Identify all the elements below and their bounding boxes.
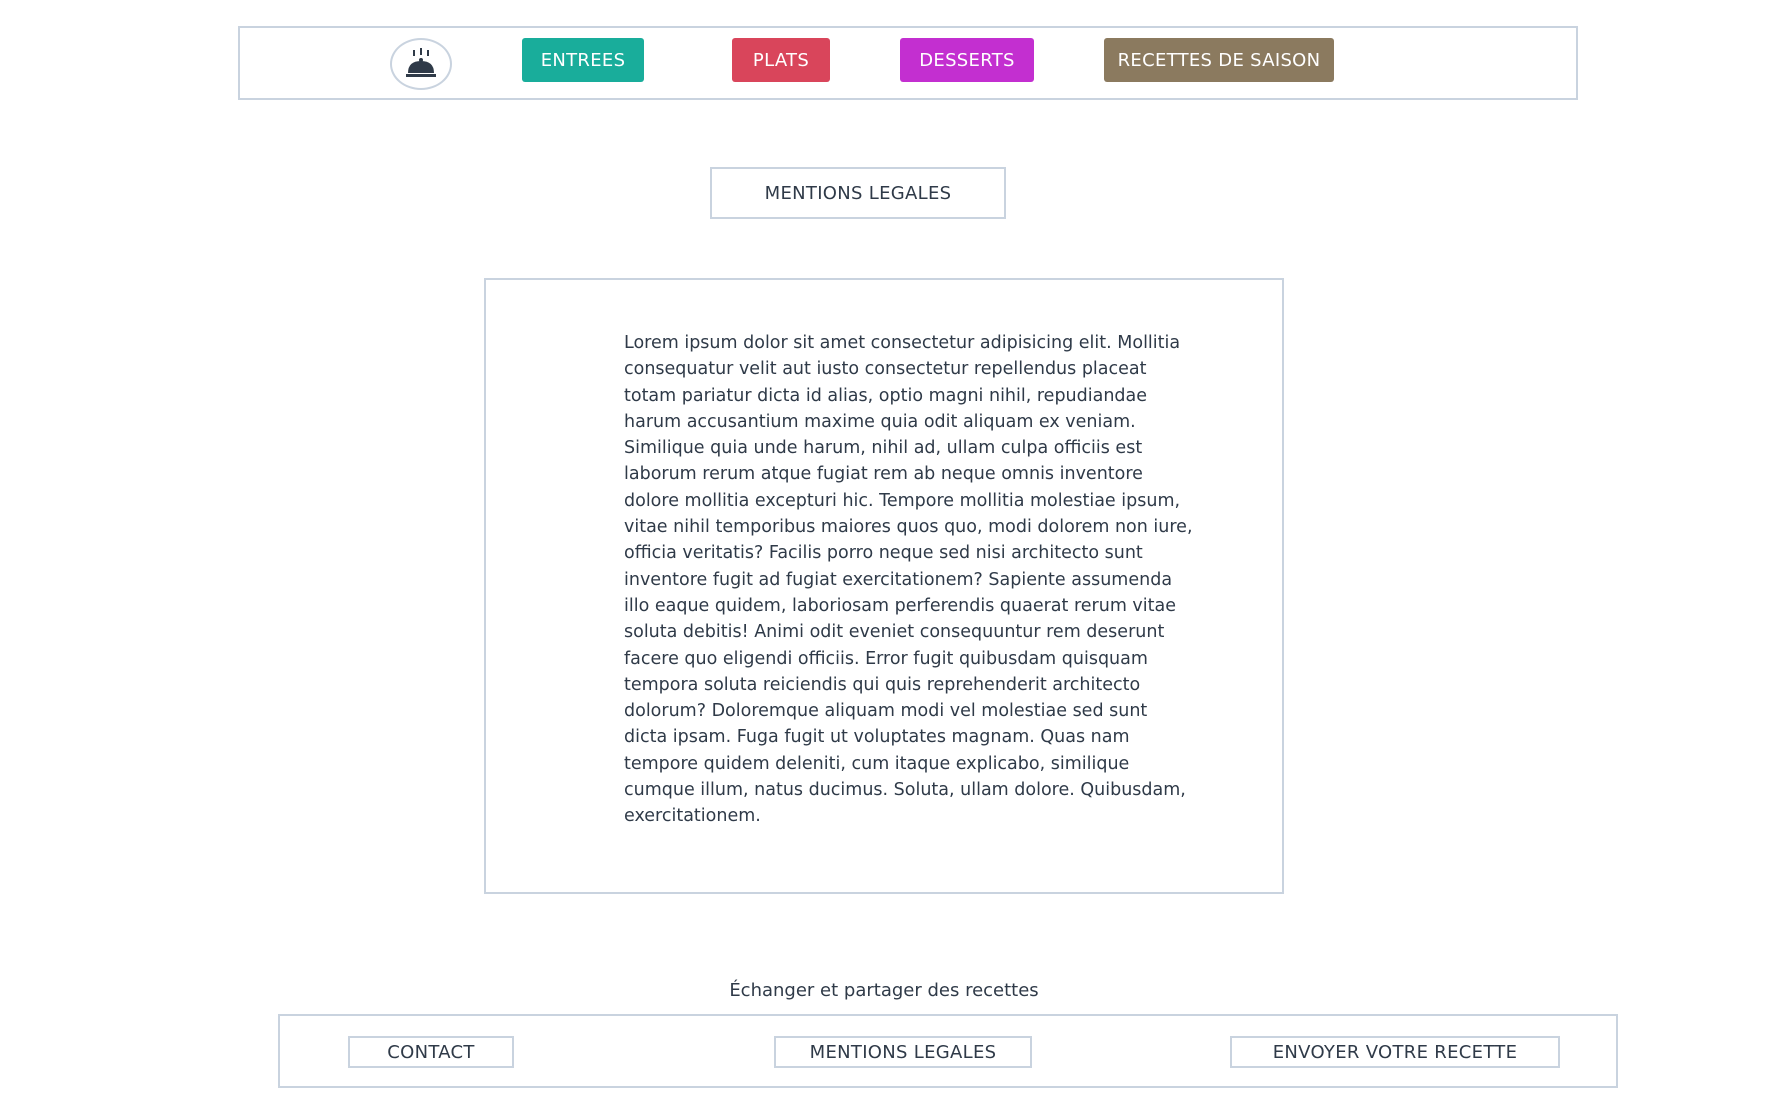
footer-envoyer-recette-link[interactable]: ENVOYER VOTRE RECETTE [1230,1036,1560,1068]
content-box: Lorem ipsum dolor sit amet consectetur a… [484,278,1284,894]
nav-entrees-button[interactable]: ENTREES [522,38,644,82]
nav-plats-button[interactable]: PLATS [732,38,830,82]
footer-contact-link[interactable]: CONTACT [348,1036,514,1068]
site-footer: CONTACT MENTIONS LEGALES ENVOYER VOTRE R… [278,1014,1618,1088]
page-title: MENTIONS LEGALES [710,167,1006,219]
cloche-icon [406,48,436,77]
nav-recettes-de-saison-button[interactable]: RECETTES DE SAISON [1104,38,1334,82]
footer-tagline: Échanger et partager des recettes [729,980,1039,1001]
site-header: ENTREES PLATS DESSERTS RECETTES DE SAISO… [238,26,1578,100]
legal-text: Lorem ipsum dolor sit amet consectetur a… [624,333,1193,827]
footer-mentions-legales-link[interactable]: MENTIONS LEGALES [774,1036,1032,1068]
nav-desserts-button[interactable]: DESSERTS [900,38,1034,82]
logo[interactable] [390,38,452,90]
